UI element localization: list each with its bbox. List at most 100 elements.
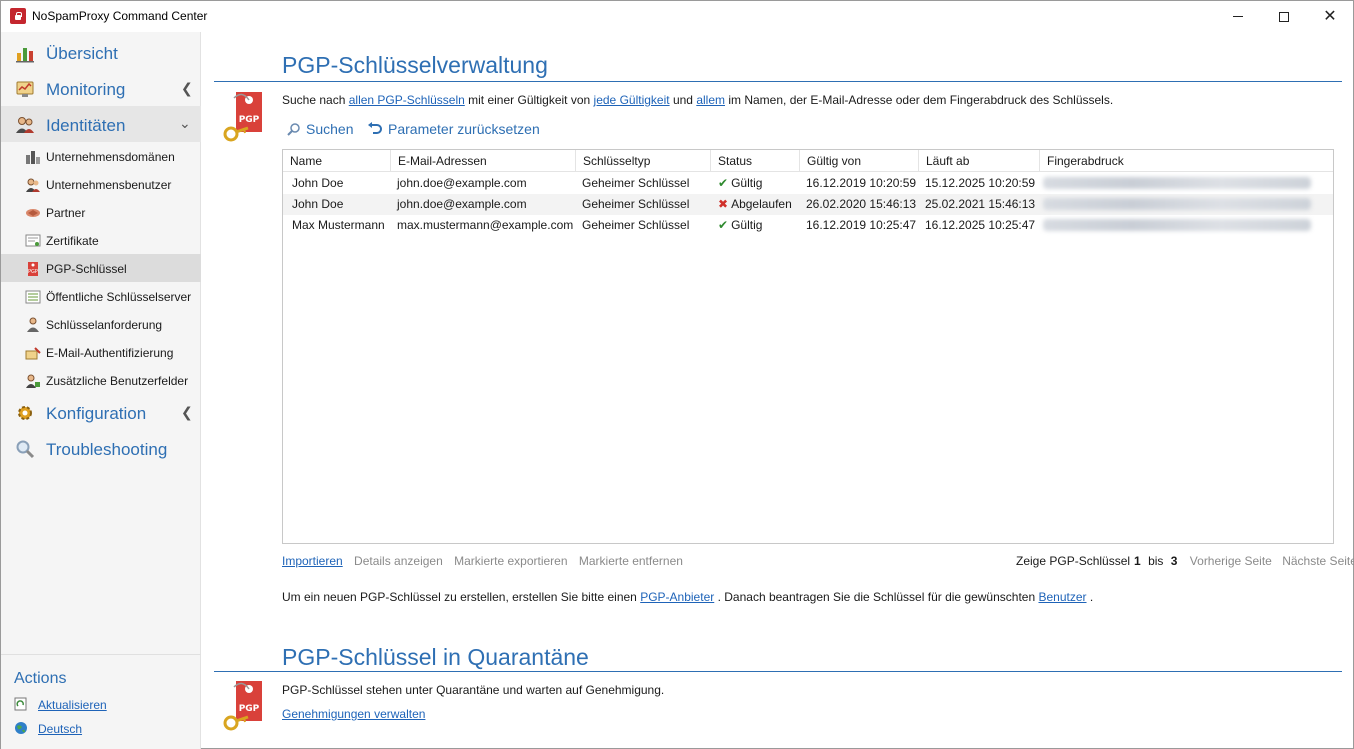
search-desc-text: und	[672, 93, 693, 107]
nav-monitoring[interactable]: Monitoring ❮	[1, 70, 201, 106]
cell-email: john.doe@example.com	[397, 176, 527, 190]
pgp-key-tag-icon: PGP	[223, 92, 262, 142]
status-text: Gültig	[731, 176, 763, 190]
reset-parameters-button[interactable]: Parameter zurücksetzen	[367, 120, 540, 138]
export-selected-link[interactable]: Markierte exportieren	[454, 554, 567, 568]
status-text: Gültig	[731, 218, 763, 232]
search-desc-text: im Namen, der E-Mail-Adresse oder dem Fi…	[728, 93, 1114, 107]
app-lock-icon	[10, 8, 26, 24]
close-button[interactable]: ✕	[1307, 1, 1353, 32]
nav-additional-user-fields-label: Zusätzliche Benutzerfelder	[46, 374, 189, 388]
nav-identities[interactable]: Identitäten ⌄	[1, 106, 201, 142]
search-term-link[interactable]: allem	[696, 93, 725, 107]
nav-identities-label: Identitäten	[46, 116, 126, 135]
nav-troubleshooting[interactable]: Troubleshooting	[1, 430, 201, 466]
cell-valid-from: 26.02.2020 15:46:13	[806, 197, 917, 211]
remove-selected-link[interactable]: Markierte entfernen	[579, 554, 683, 568]
svg-text:PGP: PGP	[28, 269, 38, 275]
handshake-icon	[26, 209, 40, 217]
nav-company-users[interactable]: Unternehmensbenutzer	[1, 170, 201, 198]
quarantine-description: PGP-Schlüssel stehen unter Quarantäne un…	[282, 683, 665, 697]
nav-certificates-label: Zertifikate	[46, 234, 99, 248]
email-auth-icon	[25, 347, 41, 360]
table-row[interactable]: John Doe john.doe@example.com Geheimer S…	[283, 173, 1333, 194]
column-name[interactable]: Name	[283, 150, 391, 172]
next-page-link[interactable]: Nächste Seite	[1282, 554, 1354, 568]
column-key-type[interactable]: Schlüsseltyp	[576, 150, 711, 172]
users-link[interactable]: Benutzer	[1038, 590, 1086, 604]
key-scope-link[interactable]: allen PGP-Schlüsseln	[349, 93, 465, 107]
previous-page-link[interactable]: Vorherige Seite	[1190, 554, 1272, 568]
nav-email-authentication-label: E-Mail-Authentifizierung	[46, 346, 174, 360]
monitoring-icon	[16, 81, 34, 97]
nav-pgp-keys-label: PGP-Schlüssel	[46, 262, 127, 276]
certificate-icon	[25, 234, 41, 247]
svg-text:PGP: PGP	[239, 115, 260, 125]
domains-icon	[26, 151, 40, 164]
nav-email-authentication[interactable]: E-Mail-Authentifizierung	[1, 338, 201, 366]
nav-company-domains-label: Unternehmensdomänen	[46, 150, 175, 164]
quarantine-title: PGP-Schlüssel in Quarantäne	[282, 644, 589, 670]
pager-text: Zeige PGP-Schlüssel	[1016, 554, 1131, 568]
cell-status: ✖ Abgelaufen	[718, 197, 792, 211]
main-content: PGP-Schlüsselverwaltung PGP Suche nach a…	[202, 32, 1354, 749]
nav-partner[interactable]: Partner	[1, 198, 201, 226]
create-key-hint: Um ein neuen PGP-Schlüssel zu erstellen,…	[282, 590, 1093, 604]
pgp-provider-link[interactable]: PGP-Anbieter	[640, 590, 714, 604]
nav-key-request[interactable]: Schlüsselanforderung	[1, 310, 201, 338]
sidebar-divider	[1, 654, 201, 655]
column-email[interactable]: E-Mail-Adressen	[391, 150, 576, 172]
keyserver-icon	[25, 290, 41, 304]
key-request-icon	[27, 317, 39, 332]
show-details-link[interactable]: Details anzeigen	[354, 554, 443, 568]
pager-text: bis	[1148, 554, 1164, 568]
hint-text: Um ein neuen PGP-Schlüssel zu erstellen,…	[282, 590, 637, 604]
window-title: NoSpamProxy Command Center	[32, 9, 208, 23]
column-status[interactable]: Status	[711, 150, 800, 172]
reset-parameters-label: Parameter zurücksetzen	[388, 121, 540, 137]
nav-overview-label: Übersicht	[46, 44, 118, 63]
nav-partner-label: Partner	[46, 206, 86, 220]
nav-configuration[interactable]: Konfiguration ❮	[1, 394, 201, 430]
table-row[interactable]: John Doe john.doe@example.com Geheimer S…	[283, 194, 1333, 215]
section-rule	[214, 81, 1342, 82]
nav-key-request-label: Schlüsselanforderung	[46, 318, 163, 332]
nav-public-keyservers-label: Öffentliche Schlüsselserver	[46, 290, 192, 304]
manage-approvals-link[interactable]: Genehmigungen verwalten	[282, 707, 425, 721]
nav-company-users-label: Unternehmensbenutzer	[46, 178, 172, 192]
nav-additional-user-fields[interactable]: Zusätzliche Benutzerfelder	[1, 366, 201, 394]
nav-pgp-keys[interactable]: PGP PGP-Schlüssel	[1, 254, 201, 282]
column-expires[interactable]: Läuft ab	[919, 150, 1040, 172]
column-fingerprint[interactable]: Fingerabdruck	[1040, 150, 1333, 172]
fingerprint-redacted	[1043, 177, 1311, 189]
maximize-button[interactable]	[1261, 1, 1307, 32]
pgp-tag-icon: PGP	[28, 262, 38, 276]
cell-email: john.doe@example.com	[397, 197, 527, 211]
maximize-icon	[1279, 11, 1289, 22]
table-row[interactable]: Max Mustermann max.mustermann@example.co…	[283, 215, 1333, 236]
import-link[interactable]: Importieren	[282, 554, 343, 568]
refresh-action-label: Aktualisieren	[38, 698, 107, 712]
chevron-left-icon: ❮	[181, 80, 193, 96]
checkmark-icon: ✔	[718, 218, 729, 232]
user-fields-icon	[26, 374, 40, 388]
nav-monitoring-label: Monitoring	[46, 80, 126, 99]
column-valid-from[interactable]: Gültig von	[800, 150, 919, 172]
svg-text:PGP: PGP	[239, 704, 260, 714]
app-window: NoSpamProxy Command Center ✕ Übersicht M…	[0, 0, 1354, 749]
nav-company-domains[interactable]: Unternehmensdomänen	[1, 142, 201, 170]
cell-name: John Doe	[292, 176, 344, 190]
fingerprint-redacted	[1043, 219, 1311, 231]
nav-public-keyservers[interactable]: Öffentliche Schlüsselserver	[1, 282, 201, 310]
cell-email: max.mustermann@example.com	[397, 218, 574, 232]
minimize-button[interactable]	[1215, 1, 1261, 32]
search-button[interactable]: Suchen	[287, 120, 353, 138]
undo-icon	[368, 122, 382, 134]
hint-text: . Danach beantragen Sie die Schlüssel fü…	[717, 590, 1036, 604]
gear-icon	[18, 406, 32, 420]
validity-filter-link[interactable]: jede Gültigkeit	[594, 93, 670, 107]
cell-key-type: Geheimer Schlüssel	[582, 218, 690, 232]
search-icon	[287, 123, 300, 136]
nav-overview[interactable]: Übersicht	[1, 34, 201, 70]
nav-certificates[interactable]: Zertifikate	[1, 226, 201, 254]
